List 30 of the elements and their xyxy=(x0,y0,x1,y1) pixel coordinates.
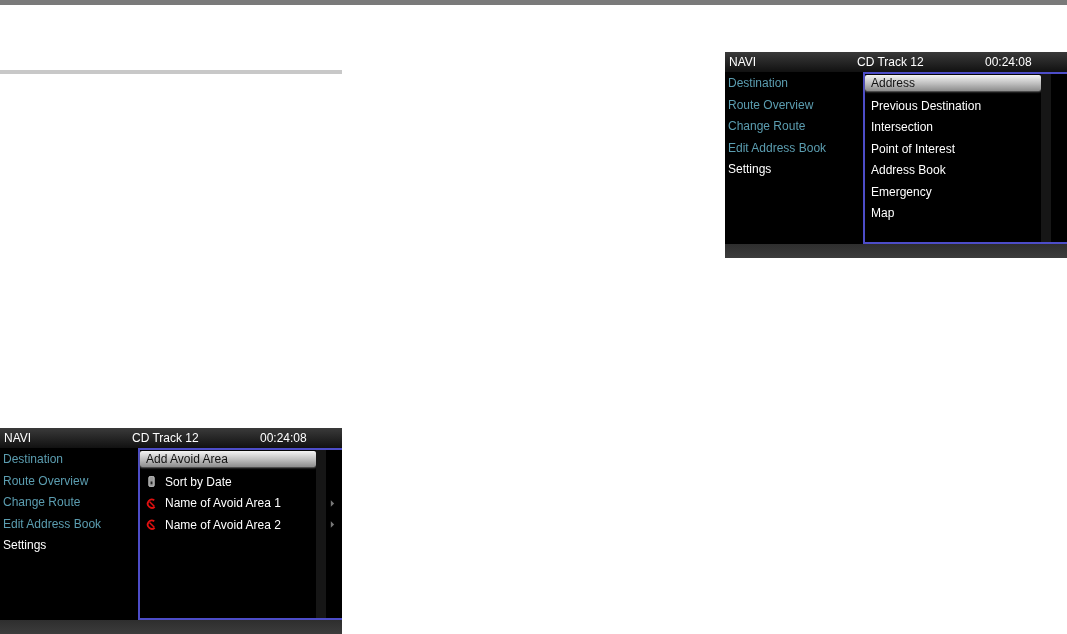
audio-source: CD Track 12 xyxy=(857,55,925,69)
mode-label: NAVI xyxy=(728,55,758,69)
clock-time: 00:24:08 xyxy=(260,431,307,445)
list-item[interactable]: Emergency xyxy=(865,181,1041,203)
menu-item[interactable]: Route Overview xyxy=(725,94,863,116)
menu-item[interactable]: Edit Address Book xyxy=(725,137,863,159)
list-item[interactable]: Previous Destination xyxy=(865,95,1041,117)
menu-item[interactable]: Change Route xyxy=(725,116,863,138)
list-item[interactable]: Map xyxy=(865,202,1041,224)
list-item[interactable]: Add Avoid Area xyxy=(140,451,316,467)
list-item[interactable]: Sort by Date xyxy=(140,471,316,493)
list-item[interactable]: Name of Avoid Area 1 xyxy=(140,492,316,514)
list-item[interactable]: Address Book xyxy=(865,159,1041,181)
list-item[interactable]: Intersection xyxy=(865,116,1041,138)
menu-item[interactable]: Destination xyxy=(725,73,863,95)
list-item[interactable]: Address xyxy=(865,75,1041,91)
menu-item[interactable]: Edit Address Book xyxy=(0,513,138,535)
avoid-area-icon xyxy=(146,497,157,509)
menu-item[interactable]: Change Route xyxy=(0,492,138,514)
list-item[interactable]: Point of Interest xyxy=(865,138,1041,160)
avoid-area-icon xyxy=(146,519,157,531)
remote-icon xyxy=(146,476,157,488)
menu-item[interactable]: Destination xyxy=(0,449,138,471)
list-item[interactable]: Name of Avoid Area 2 xyxy=(140,514,316,536)
audio-source: CD Track 12 xyxy=(132,431,200,445)
clock-time: 00:24:08 xyxy=(985,55,1032,69)
menu-item[interactable]: Settings xyxy=(0,535,138,557)
mode-label: NAVI xyxy=(3,431,33,445)
menu-item[interactable]: Route Overview xyxy=(0,470,138,492)
menu-item[interactable]: Settings xyxy=(725,159,863,181)
